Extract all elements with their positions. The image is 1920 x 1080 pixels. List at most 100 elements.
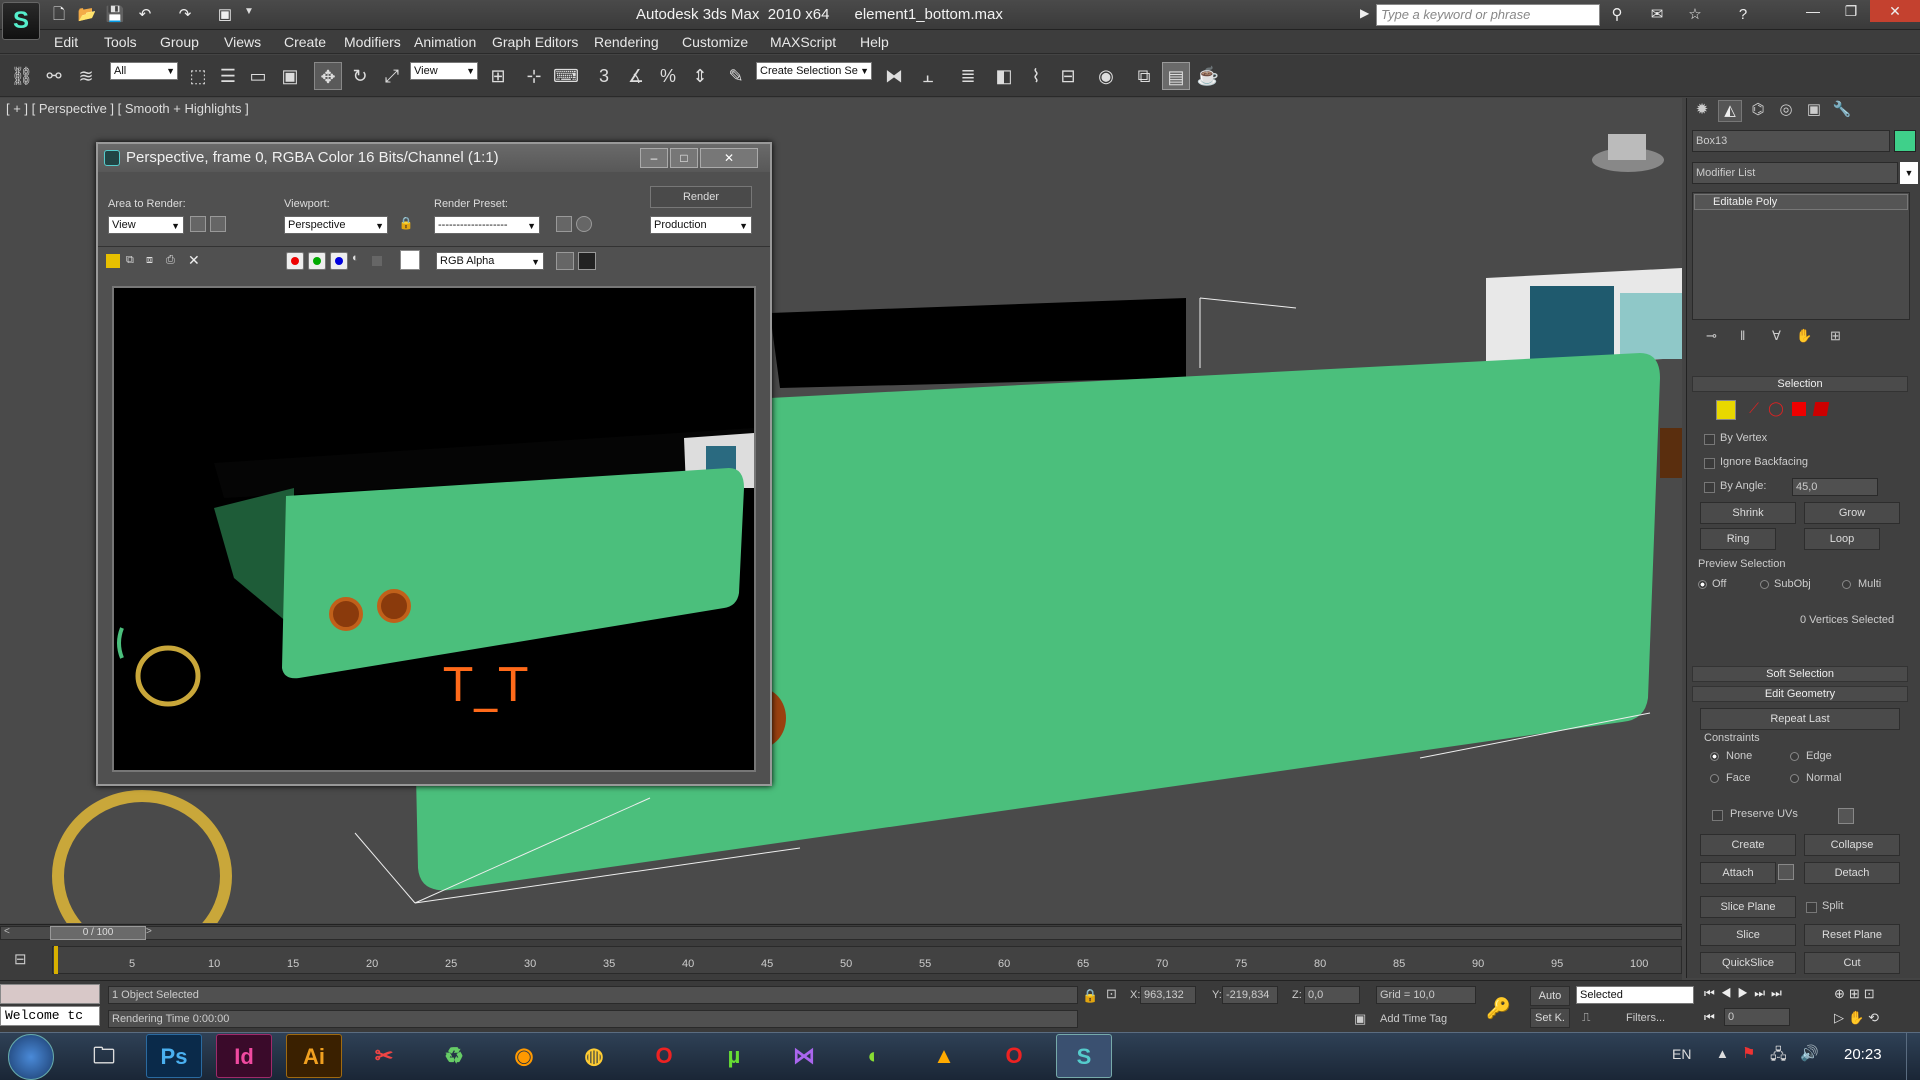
- utorrent-icon[interactable]: µ: [706, 1034, 762, 1078]
- attach-list-icon[interactable]: [1778, 864, 1794, 880]
- loop-button[interactable]: Loop: [1804, 528, 1880, 550]
- angle-spinner[interactable]: 45,0: [1792, 478, 1878, 496]
- ring-button[interactable]: Ring: [1700, 528, 1776, 550]
- mirror-icon[interactable]: ⧓: [880, 62, 908, 90]
- keyboard-shortcut-icon[interactable]: ⌨: [552, 62, 580, 90]
- bind-space-warp-icon[interactable]: ≋: [72, 62, 100, 90]
- spinner-snap-icon[interactable]: ⇕: [686, 62, 714, 90]
- collapse-button[interactable]: Collapse: [1804, 834, 1900, 856]
- modifier-list-arrow-icon[interactable]: ▼: [1900, 162, 1918, 184]
- redo-icon[interactable]: ↷: [174, 4, 196, 26]
- clock[interactable]: 20:23: [1844, 1046, 1882, 1063]
- cut-button[interactable]: Cut: [1804, 952, 1900, 974]
- render-setup-icon[interactable]: ⧉: [1130, 62, 1158, 90]
- polygon-mode-icon[interactable]: [1792, 402, 1806, 416]
- time-slider-handle[interactable]: 0 / 100: [50, 926, 146, 940]
- preserve-uvs-checkbox[interactable]: [1712, 810, 1723, 821]
- select-move-icon[interactable]: ✥: [314, 62, 342, 90]
- filters-button[interactable]: Filters...: [1626, 1012, 1665, 1024]
- menu-modifiers[interactable]: Modifiers: [344, 34, 401, 50]
- toggle-ui-overlay-icon[interactable]: [556, 252, 574, 270]
- select-by-name-icon[interactable]: ☰: [214, 62, 242, 90]
- selection-lock-icon[interactable]: 🔒: [1082, 988, 1098, 1004]
- viewcube-icon[interactable]: [1590, 126, 1666, 182]
- stack-item-editable-poly[interactable]: Editable Poly: [1694, 194, 1908, 210]
- recycle-icon[interactable]: ♻: [426, 1034, 482, 1078]
- aimp-icon[interactable]: ▲: [916, 1034, 972, 1078]
- edit-named-selection-icon[interactable]: ✎: [722, 62, 750, 90]
- menu-help[interactable]: Help: [860, 34, 889, 50]
- select-scale-icon[interactable]: ⤢: [378, 62, 406, 90]
- select-manipulate-icon[interactable]: ⊹: [520, 62, 548, 90]
- angle-snap-icon[interactable]: ∡: [622, 62, 650, 90]
- show-end-result-icon[interactable]: ‖: [1740, 328, 1745, 343]
- time-slider-next-icon[interactable]: >: [146, 926, 152, 937]
- grow-button[interactable]: Grow: [1804, 502, 1900, 524]
- rollout-edit-geometry[interactable]: Edit Geometry: [1692, 686, 1908, 702]
- eye-app-icon[interactable]: ◉: [496, 1034, 552, 1078]
- binoculars-icon[interactable]: ⚲: [1606, 4, 1628, 26]
- detach-button[interactable]: Detach: [1804, 862, 1900, 884]
- constraint-none-radio[interactable]: [1710, 752, 1719, 761]
- schematic-view-icon[interactable]: ⊟: [1054, 62, 1082, 90]
- by-vertex-checkbox[interactable]: [1704, 434, 1715, 445]
- create-tab-icon[interactable]: ✹: [1690, 100, 1714, 122]
- modifier-list-dropdown[interactable]: Modifier List: [1692, 162, 1898, 184]
- snaps-toggle-icon[interactable]: 3: [590, 62, 618, 90]
- favorites-star-icon[interactable]: ☆: [1684, 4, 1706, 26]
- show-desktop-button[interactable]: [1906, 1032, 1920, 1080]
- set-key-button[interactable]: Set K.: [1530, 1008, 1570, 1028]
- auto-region-icon[interactable]: [210, 216, 226, 232]
- menu-customize[interactable]: Customize: [682, 34, 748, 50]
- alpha-channel-icon[interactable]: ◐: [352, 252, 366, 270]
- pin-stack-icon[interactable]: ⊸: [1706, 328, 1717, 344]
- current-frame-field[interactable]: 0: [1724, 1008, 1790, 1026]
- render-window-minimize-button[interactable]: –: [640, 148, 668, 168]
- rect-selection-icon[interactable]: ▭: [244, 62, 272, 90]
- time-slider-prev-icon[interactable]: <: [4, 926, 10, 937]
- red-channel-toggle[interactable]: [286, 252, 304, 270]
- communication-center-icon[interactable]: ✉: [1646, 4, 1668, 26]
- key-filter-dropdown[interactable]: Selected: [1576, 986, 1694, 1004]
- auto-key-button[interactable]: Auto: [1530, 986, 1570, 1006]
- viewport-dropdown[interactable]: Perspective: [284, 216, 388, 234]
- clone-window-icon[interactable]: ⧈: [146, 254, 160, 268]
- utilities-tab-icon[interactable]: 🔧: [1830, 100, 1854, 122]
- link-icon[interactable]: ⛓: [8, 62, 36, 90]
- time-slider-track[interactable]: [0, 926, 1682, 940]
- search-input[interactable]: Type a keyword or phrase: [1376, 4, 1600, 26]
- render-setup-small-icon[interactable]: [556, 216, 572, 232]
- network-icon[interactable]: 🖧: [1770, 1044, 1787, 1069]
- search-expand-icon[interactable]: ▶: [1360, 6, 1369, 20]
- graphite-tools-icon[interactable]: ◧: [990, 62, 1018, 90]
- save-file-icon[interactable]: 💾: [104, 4, 126, 26]
- explorer-icon[interactable]: 🗀: [76, 1034, 132, 1078]
- preview-multi-radio[interactable]: [1842, 580, 1851, 589]
- element-mode-icon[interactable]: [1812, 402, 1830, 416]
- key-mode-icon[interactable]: ⎍: [1582, 1010, 1590, 1025]
- language-indicator[interactable]: EN: [1672, 1046, 1691, 1062]
- remove-modifier-icon[interactable]: ✋: [1796, 328, 1812, 344]
- green-app-icon[interactable]: ◐: [846, 1034, 902, 1078]
- window-crossing-icon[interactable]: ▣: [276, 62, 304, 90]
- preserve-uvs-settings-icon[interactable]: [1838, 808, 1854, 824]
- ref-coord-dropdown[interactable]: View: [410, 62, 478, 80]
- minimize-button[interactable]: —: [1794, 0, 1832, 22]
- menu-views[interactable]: Views: [224, 34, 261, 50]
- viewport-nav-pan-icons[interactable]: ▷✋⟲: [1834, 1010, 1883, 1026]
- motion-tab-icon[interactable]: ◎: [1774, 100, 1798, 122]
- visual-studio-icon[interactable]: ⋈: [776, 1034, 832, 1078]
- create-button[interactable]: Create: [1700, 834, 1796, 856]
- menu-animation[interactable]: Animation: [414, 34, 476, 50]
- preview-off-radio[interactable]: [1698, 580, 1707, 589]
- edit-region-icon[interactable]: [190, 216, 206, 232]
- opera-icon[interactable]: O: [636, 1034, 692, 1078]
- configure-modifier-sets-icon[interactable]: ⊞: [1830, 328, 1841, 344]
- pivot-center-icon[interactable]: ⊞: [484, 62, 512, 90]
- key-mode-toggle-icon[interactable]: ⏮: [1704, 1010, 1715, 1025]
- action-center-flag-icon[interactable]: ⚑: [1742, 1044, 1755, 1062]
- vertex-mode-icon[interactable]: [1716, 400, 1736, 420]
- constraint-face-radio[interactable]: [1710, 774, 1719, 783]
- preview-subobj-radio[interactable]: [1760, 580, 1769, 589]
- viewport-label[interactable]: [ + ] [ Perspective ] [ Smooth + Highlig…: [6, 101, 249, 116]
